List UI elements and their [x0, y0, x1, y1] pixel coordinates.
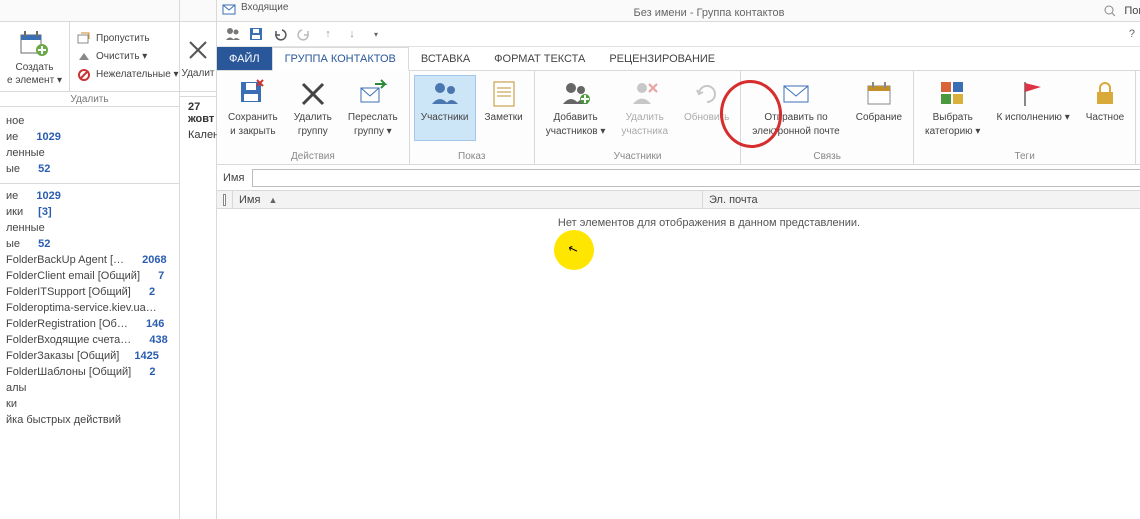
date-label: 27 жовт — [180, 97, 216, 129]
qat-save-icon[interactable] — [247, 25, 265, 43]
nav-item[interactable]: Folderoptima-service.kiev.ua… — [2, 300, 177, 316]
clean-button[interactable]: Очистить ▾ — [76, 49, 179, 65]
ribbon-group-members: Участники — [535, 150, 741, 164]
add-members-button[interactable]: Добавить участников ▾ — [539, 75, 613, 141]
categorize-button[interactable]: Выбрать категорию ▾ — [918, 75, 987, 141]
nav-item[interactable]: FolderClient email [Общий] 7 — [2, 268, 177, 284]
ribbon-group-comm: Связь — [741, 150, 913, 164]
remove-member-button: Удалить участника — [614, 75, 675, 141]
clean-icon — [76, 49, 92, 65]
nav-item[interactable]: ики [3] — [2, 204, 177, 220]
flag-icon — [1017, 78, 1049, 110]
skip-icon — [76, 31, 92, 47]
nav-item[interactable]: ые 52 — [2, 161, 177, 177]
column-email[interactable]: Эл. почта — [703, 191, 1140, 208]
new-item-button[interactable]: Создать е элемент ▾ — [1, 24, 68, 90]
tab-file[interactable]: ФАЙЛ — [217, 47, 272, 70]
nav-item[interactable]: ки — [2, 396, 177, 412]
nav-item[interactable]: FolderBackUp Agent [… 2068 — [2, 252, 177, 268]
forward-icon — [357, 78, 389, 110]
junk-button[interactable]: Нежелательные ▾ — [76, 67, 179, 83]
group-name-input[interactable] — [252, 169, 1140, 187]
nav-item[interactable]: йка быстрых действий — [2, 412, 177, 428]
delete-group-label: Удалить — [0, 92, 179, 107]
categorize-icon — [937, 78, 969, 110]
follow-up-button[interactable]: К исполнению ▾ — [989, 75, 1076, 141]
search-people-label[interactable]: Поиск людей — [1124, 5, 1140, 17]
qat-down-icon[interactable]: ↓ — [343, 25, 361, 43]
tab-insert[interactable]: ВСТАВКА — [409, 47, 482, 70]
nav-item[interactable]: ленные — [2, 145, 177, 161]
nav-item[interactable]: FolderRegistration [Об… 146 — [2, 316, 177, 332]
select-all-checkbox[interactable] — [223, 194, 226, 206]
qat-redo-icon[interactable] — [295, 25, 313, 43]
qat-customize-icon[interactable]: ▾ — [367, 25, 385, 43]
notes-icon — [488, 78, 520, 110]
qat-undo-icon[interactable] — [271, 25, 289, 43]
skip-button[interactable]: Пропустить — [76, 31, 179, 47]
lock-icon — [1089, 78, 1121, 110]
members-icon — [429, 78, 461, 110]
nav-item[interactable]: FolderВходящие счета… 438 — [2, 332, 177, 348]
refresh-icon — [691, 78, 723, 110]
column-name[interactable]: Имя▲ — [233, 191, 703, 208]
empty-message: Нет элементов для отображения в данном п… — [217, 209, 1140, 229]
meeting-icon — [863, 78, 895, 110]
ribbon-group-show: Показ — [410, 150, 534, 164]
qat-up-icon[interactable]: ↑ — [319, 25, 337, 43]
nav-item[interactable]: ие 1029 — [2, 129, 177, 145]
help-icon[interactable]: ? — [1123, 25, 1140, 43]
tab-format[interactable]: ФОРМАТ ТЕКСТА — [482, 47, 597, 70]
nav-item[interactable]: FolderШаблоны [Общий] 2 — [2, 364, 177, 380]
nav-item[interactable]: ие 1029 — [2, 188, 177, 204]
delete-group-button[interactable]: Удалить группу — [287, 75, 339, 141]
nav-item[interactable]: ые 52 — [2, 236, 177, 252]
search-people-icon — [1102, 3, 1118, 19]
nav-item[interactable]: ленные — [2, 220, 177, 236]
calendar-label: Календа — [180, 129, 216, 145]
delete-x-icon — [182, 34, 214, 66]
email-icon — [780, 78, 812, 110]
nav-item[interactable]: ное — [2, 113, 177, 129]
notes-button[interactable]: Заметки — [478, 75, 530, 141]
members-button[interactable]: Участники — [414, 75, 476, 141]
new-item-label-1: Создать — [15, 62, 53, 73]
email-button[interactable]: Отправить по электронной почте — [745, 75, 846, 141]
add-member-icon — [560, 78, 592, 110]
update-button: Обновить — [677, 75, 736, 141]
save-and-close-button[interactable]: Сохранить и закрыть — [221, 75, 285, 141]
ribbon-group-actions: Действия — [217, 150, 409, 164]
delete-x-icon — [297, 78, 329, 110]
forward-group-button[interactable]: Переслать группу ▾ — [341, 75, 405, 141]
meeting-button[interactable]: Собрание — [849, 75, 909, 141]
sort-asc-icon: ▲ — [268, 195, 277, 205]
tab-review[interactable]: РЕЦЕНЗИРОВАНИЕ — [597, 47, 727, 70]
remove-member-icon — [629, 78, 661, 110]
calendar-new-icon — [18, 28, 50, 60]
app-people-icon — [225, 26, 241, 42]
nav-item[interactable]: FolderITSupport [Общий] 2 — [2, 284, 177, 300]
delete-button-strip[interactable]: Удалит — [176, 30, 221, 83]
junk-icon — [76, 67, 92, 83]
nav-item[interactable]: алы — [2, 380, 177, 396]
nav-item[interactable]: FolderЗаказы [Общий] 1425 — [2, 348, 177, 364]
ribbon-group-zoom: Масштаб — [1136, 150, 1140, 164]
private-button[interactable]: Частное — [1079, 75, 1131, 141]
ribbon-group-tags: Теги — [914, 150, 1135, 164]
save-close-icon — [237, 78, 269, 110]
tab-contact-group[interactable]: ГРУППА КОНТАКТОВ — [272, 47, 409, 71]
name-field-label: Имя — [223, 172, 244, 184]
inbox-icon — [221, 2, 237, 18]
